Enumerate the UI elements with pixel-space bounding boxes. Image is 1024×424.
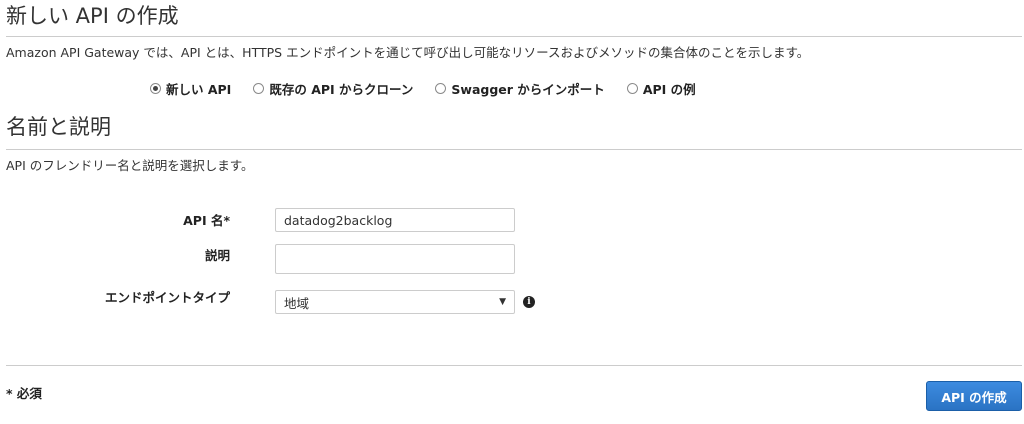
- name-section-description: API のフレンドリー名と説明を選択します。: [6, 158, 254, 173]
- option-example-api[interactable]: API の例: [626, 79, 696, 98]
- option-example-api-label: API の例: [642, 81, 696, 97]
- endpoint-type-select[interactable]: 地域 ▼: [275, 290, 515, 314]
- required-note: * 必須: [6, 386, 42, 401]
- chevron-down-icon: ▼: [499, 296, 506, 307]
- radio-example-api[interactable]: [626, 82, 638, 94]
- create-api-button[interactable]: API の作成: [926, 381, 1022, 411]
- page-title: 新しい API の作成: [6, 4, 179, 28]
- endpoint-type-value: 地域: [284, 295, 310, 311]
- option-clone-api-label: 既存の API からクローン: [269, 81, 414, 97]
- option-import-swagger-label: Swagger からインポート: [451, 81, 605, 97]
- footer-divider: [6, 365, 1022, 366]
- create-api-page: 新しい API の作成 Amazon API Gateway では、API とは…: [0, 0, 1024, 424]
- endpoint-type-label: エンドポイントタイプ: [104, 290, 230, 305]
- info-icon[interactable]: i: [523, 296, 535, 308]
- name-section-divider: [6, 149, 1022, 150]
- creation-option-group: 新しい API 既存の API からクローン Swagger からインポート A…: [150, 79, 696, 98]
- page-description: Amazon API Gateway では、API とは、HTTPS エンドポイ…: [6, 45, 810, 60]
- option-new-api-label: 新しい API: [166, 81, 232, 97]
- radio-clone-api[interactable]: [253, 82, 265, 94]
- description-input[interactable]: [275, 244, 515, 274]
- api-name-label: API 名*: [183, 213, 230, 228]
- name-section-title: 名前と説明: [6, 115, 111, 139]
- option-import-swagger[interactable]: Swagger からインポート: [435, 79, 605, 98]
- api-name-input[interactable]: [275, 208, 515, 232]
- option-clone-api[interactable]: 既存の API からクローン: [253, 79, 413, 98]
- radio-new-api[interactable]: [150, 82, 161, 94]
- radio-import-swagger[interactable]: [435, 82, 447, 94]
- description-label: 説明: [204, 248, 230, 263]
- title-divider: [6, 36, 1022, 37]
- option-new-api[interactable]: 新しい API: [150, 79, 231, 98]
